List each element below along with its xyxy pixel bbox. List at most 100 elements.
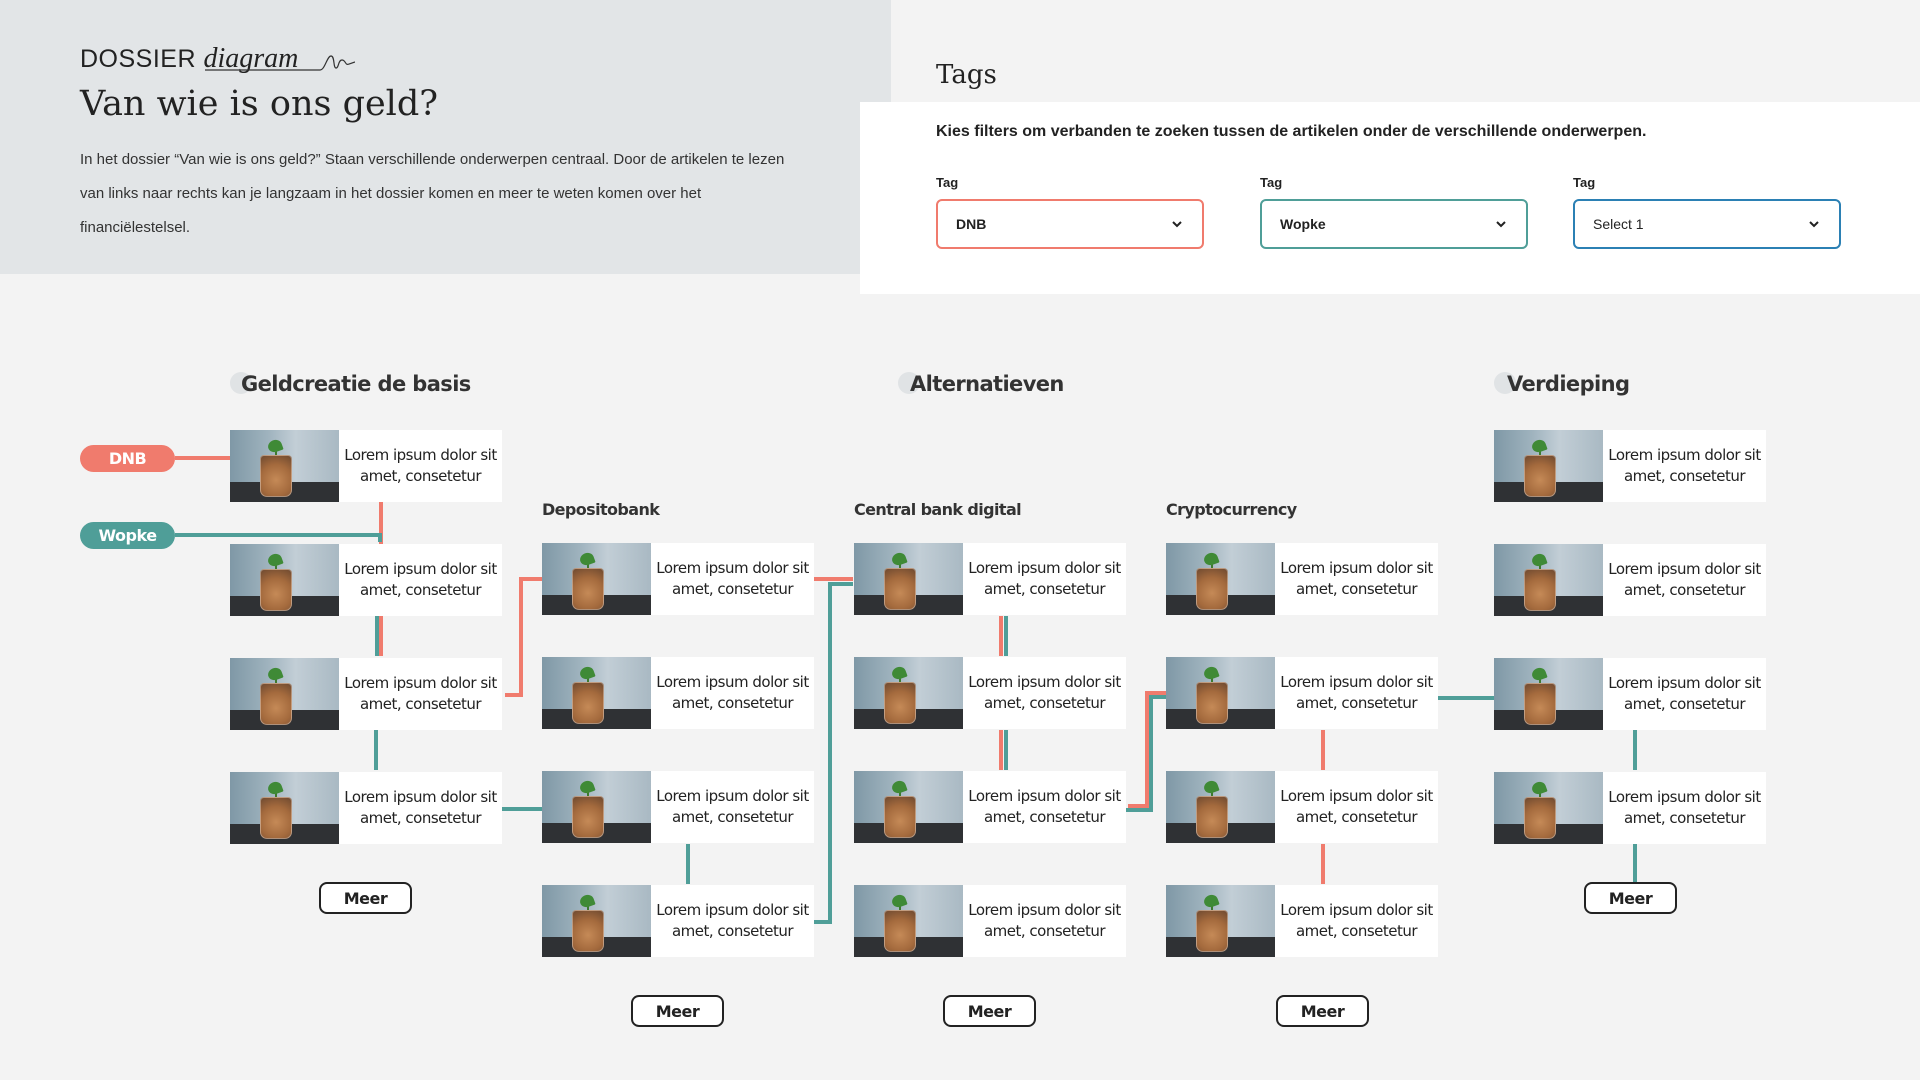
dnb-line (505, 577, 543, 697)
column-title-verdieping: Verdieping (1507, 372, 1630, 396)
article-title: Lorem ipsum dolor sit amet, consetetur (1608, 560, 1761, 599)
column-title-alternatieven: Alternatieven (910, 372, 1064, 396)
plant-in-coin-jar-image (854, 885, 963, 957)
article-title: Lorem ipsum dolor sit amet, consetetur (344, 560, 497, 599)
tags-title: Tags (936, 60, 997, 90)
intro-text: In het dossier “Van wie is ons geld?” St… (80, 151, 785, 236)
article-title: Lorem ipsum dolor sit amet, consetetur (1280, 787, 1433, 826)
article-card[interactable]: Lorem ipsum dolor sit amet, consetetur (542, 657, 814, 729)
plant-in-coin-jar-image (854, 771, 963, 843)
tag-select-dnb[interactable]: DNB (936, 199, 1204, 249)
meer-button[interactable]: Meer (319, 882, 412, 914)
tag-label: Tag (936, 175, 959, 190)
chevron-down-icon (1809, 221, 1819, 228)
meer-button[interactable]: Meer (631, 995, 724, 1027)
tag-filter-2: Tag Wopke (1260, 175, 1528, 249)
tag-pill-dnb[interactable]: DNB (80, 445, 175, 472)
chevron-down-icon (1496, 221, 1506, 228)
meer-button[interactable]: Meer (943, 995, 1036, 1027)
article-card[interactable]: Lorem ipsum dolor sit amet, consetetur (1166, 543, 1438, 615)
brand-main: DOSSIER (80, 45, 197, 73)
tag-select-value: Wopke (1280, 216, 1326, 232)
tag-pill-wopke[interactable]: Wopke (80, 522, 175, 549)
plant-in-coin-jar-image (854, 543, 963, 615)
page-title: Van wie is ons geld? (80, 84, 439, 124)
tags-description: Kies filters om verbanden te zoeken tuss… (936, 123, 1647, 140)
plant-in-coin-jar-image (1166, 771, 1275, 843)
chevron-down-icon (1172, 221, 1182, 228)
tag-filter-3: Tag Select 1 (1573, 175, 1841, 249)
article-card[interactable]: Lorem ipsum dolor sit amet, consetetur (1166, 885, 1438, 957)
article-title: Lorem ipsum dolor sit amet, consetetur (1280, 559, 1433, 598)
plant-in-coin-jar-image (542, 885, 651, 957)
subcolumn-title-depositobank: Depositobank (542, 500, 660, 519)
article-title: Lorem ipsum dolor sit amet, consetetur (1280, 901, 1433, 940)
article-title: Lorem ipsum dolor sit amet, consetetur (968, 787, 1121, 826)
tag-filter-1: Tag DNB (936, 175, 1204, 249)
dnb-line (1128, 691, 1166, 808)
plant-in-coin-jar-image (1166, 885, 1275, 957)
plant-in-coin-jar-image (230, 544, 339, 616)
article-title: Lorem ipsum dolor sit amet, consetetur (656, 787, 809, 826)
plant-in-coin-jar-image (1494, 544, 1603, 616)
tag-select-value: Select 1 (1593, 216, 1644, 232)
article-card[interactable]: Lorem ipsum dolor sit amet, consetetur (1494, 430, 1766, 502)
plant-in-coin-jar-image (542, 657, 651, 729)
article-card[interactable]: Lorem ipsum dolor sit amet, consetetur (1166, 771, 1438, 843)
plant-in-coin-jar-image (1166, 657, 1275, 729)
plant-in-coin-jar-image (854, 657, 963, 729)
subcolumn-title-cryptocurrency: Cryptocurrency (1166, 500, 1297, 519)
tag-label: Tag (1573, 175, 1596, 190)
article-card[interactable]: Lorem ipsum dolor sit amet, consetetur (542, 771, 814, 843)
article-card[interactable]: Lorem ipsum dolor sit amet, consetetur (230, 772, 502, 844)
article-card[interactable]: Lorem ipsum dolor sit amet, consetetur (854, 657, 1126, 729)
article-card[interactable]: Lorem ipsum dolor sit amet, consetetur (1166, 657, 1438, 729)
article-title: Lorem ipsum dolor sit amet, consetetur (656, 559, 809, 598)
plant-in-coin-jar-image (1494, 772, 1603, 844)
article-card[interactable]: Lorem ipsum dolor sit amet, consetetur (1494, 544, 1766, 616)
subcolumn-title-central-bank-digital: Central bank digital (854, 500, 1022, 519)
article-title: Lorem ipsum dolor sit amet, consetetur (344, 446, 497, 485)
article-card[interactable]: Lorem ipsum dolor sit amet, consetetur (854, 885, 1126, 957)
article-title: Lorem ipsum dolor sit amet, consetetur (968, 673, 1121, 712)
article-title: Lorem ipsum dolor sit amet, consetetur (1608, 788, 1761, 827)
tag-select-value: DNB (956, 216, 987, 232)
article-title: Lorem ipsum dolor sit amet, consetetur (344, 674, 497, 713)
tag-select-empty[interactable]: Select 1 (1573, 199, 1841, 249)
wopke-line (175, 533, 382, 542)
article-title: Lorem ipsum dolor sit amet, consetetur (656, 901, 809, 940)
plant-in-coin-jar-image (230, 772, 339, 844)
plant-in-coin-jar-image (1494, 430, 1603, 502)
plant-in-coin-jar-image (230, 658, 339, 730)
article-title: Lorem ipsum dolor sit amet, consetetur (1280, 673, 1433, 712)
article-title: Lorem ipsum dolor sit amet, consetetur (968, 559, 1121, 598)
tag-select-wopke[interactable]: Wopke (1260, 199, 1528, 249)
article-title: Lorem ipsum dolor sit amet, consetetur (656, 673, 809, 712)
plant-in-coin-jar-image (1166, 543, 1275, 615)
article-card[interactable]: Lorem ipsum dolor sit amet, consetetur (854, 543, 1126, 615)
wopke-line (814, 582, 853, 924)
column-title-geldcreatie: Geldcreatie de basis (241, 372, 471, 396)
article-title: Lorem ipsum dolor sit amet, consetetur (968, 901, 1121, 940)
plant-in-coin-jar-image (1494, 658, 1603, 730)
tag-label: Tag (1260, 175, 1283, 190)
article-title: Lorem ipsum dolor sit amet, consetetur (1608, 446, 1761, 485)
plant-in-coin-jar-image (542, 771, 651, 843)
article-card[interactable]: Lorem ipsum dolor sit amet, consetetur (1494, 772, 1766, 844)
article-card[interactable]: Lorem ipsum dolor sit amet, consetetur (230, 658, 502, 730)
squiggle-decoration (205, 55, 355, 71)
plant-in-coin-jar-image (230, 430, 339, 502)
article-card[interactable]: Lorem ipsum dolor sit amet, consetetur (542, 885, 814, 957)
article-title: Lorem ipsum dolor sit amet, consetetur (344, 788, 497, 827)
article-card[interactable]: Lorem ipsum dolor sit amet, consetetur (230, 544, 502, 616)
article-title: Lorem ipsum dolor sit amet, consetetur (1608, 674, 1761, 713)
dossier-header: DOSSIER diagram Van wie is ons geld? In … (0, 0, 891, 274)
article-card[interactable]: Lorem ipsum dolor sit amet, consetetur (542, 543, 814, 615)
wopke-line (1124, 695, 1166, 812)
meer-button[interactable]: Meer (1276, 995, 1369, 1027)
article-card[interactable]: Lorem ipsum dolor sit amet, consetetur (854, 771, 1126, 843)
article-card[interactable]: Lorem ipsum dolor sit amet, consetetur (230, 430, 502, 502)
meer-button[interactable]: Meer (1584, 882, 1677, 914)
article-card[interactable]: Lorem ipsum dolor sit amet, consetetur (1494, 658, 1766, 730)
plant-in-coin-jar-image (542, 543, 651, 615)
